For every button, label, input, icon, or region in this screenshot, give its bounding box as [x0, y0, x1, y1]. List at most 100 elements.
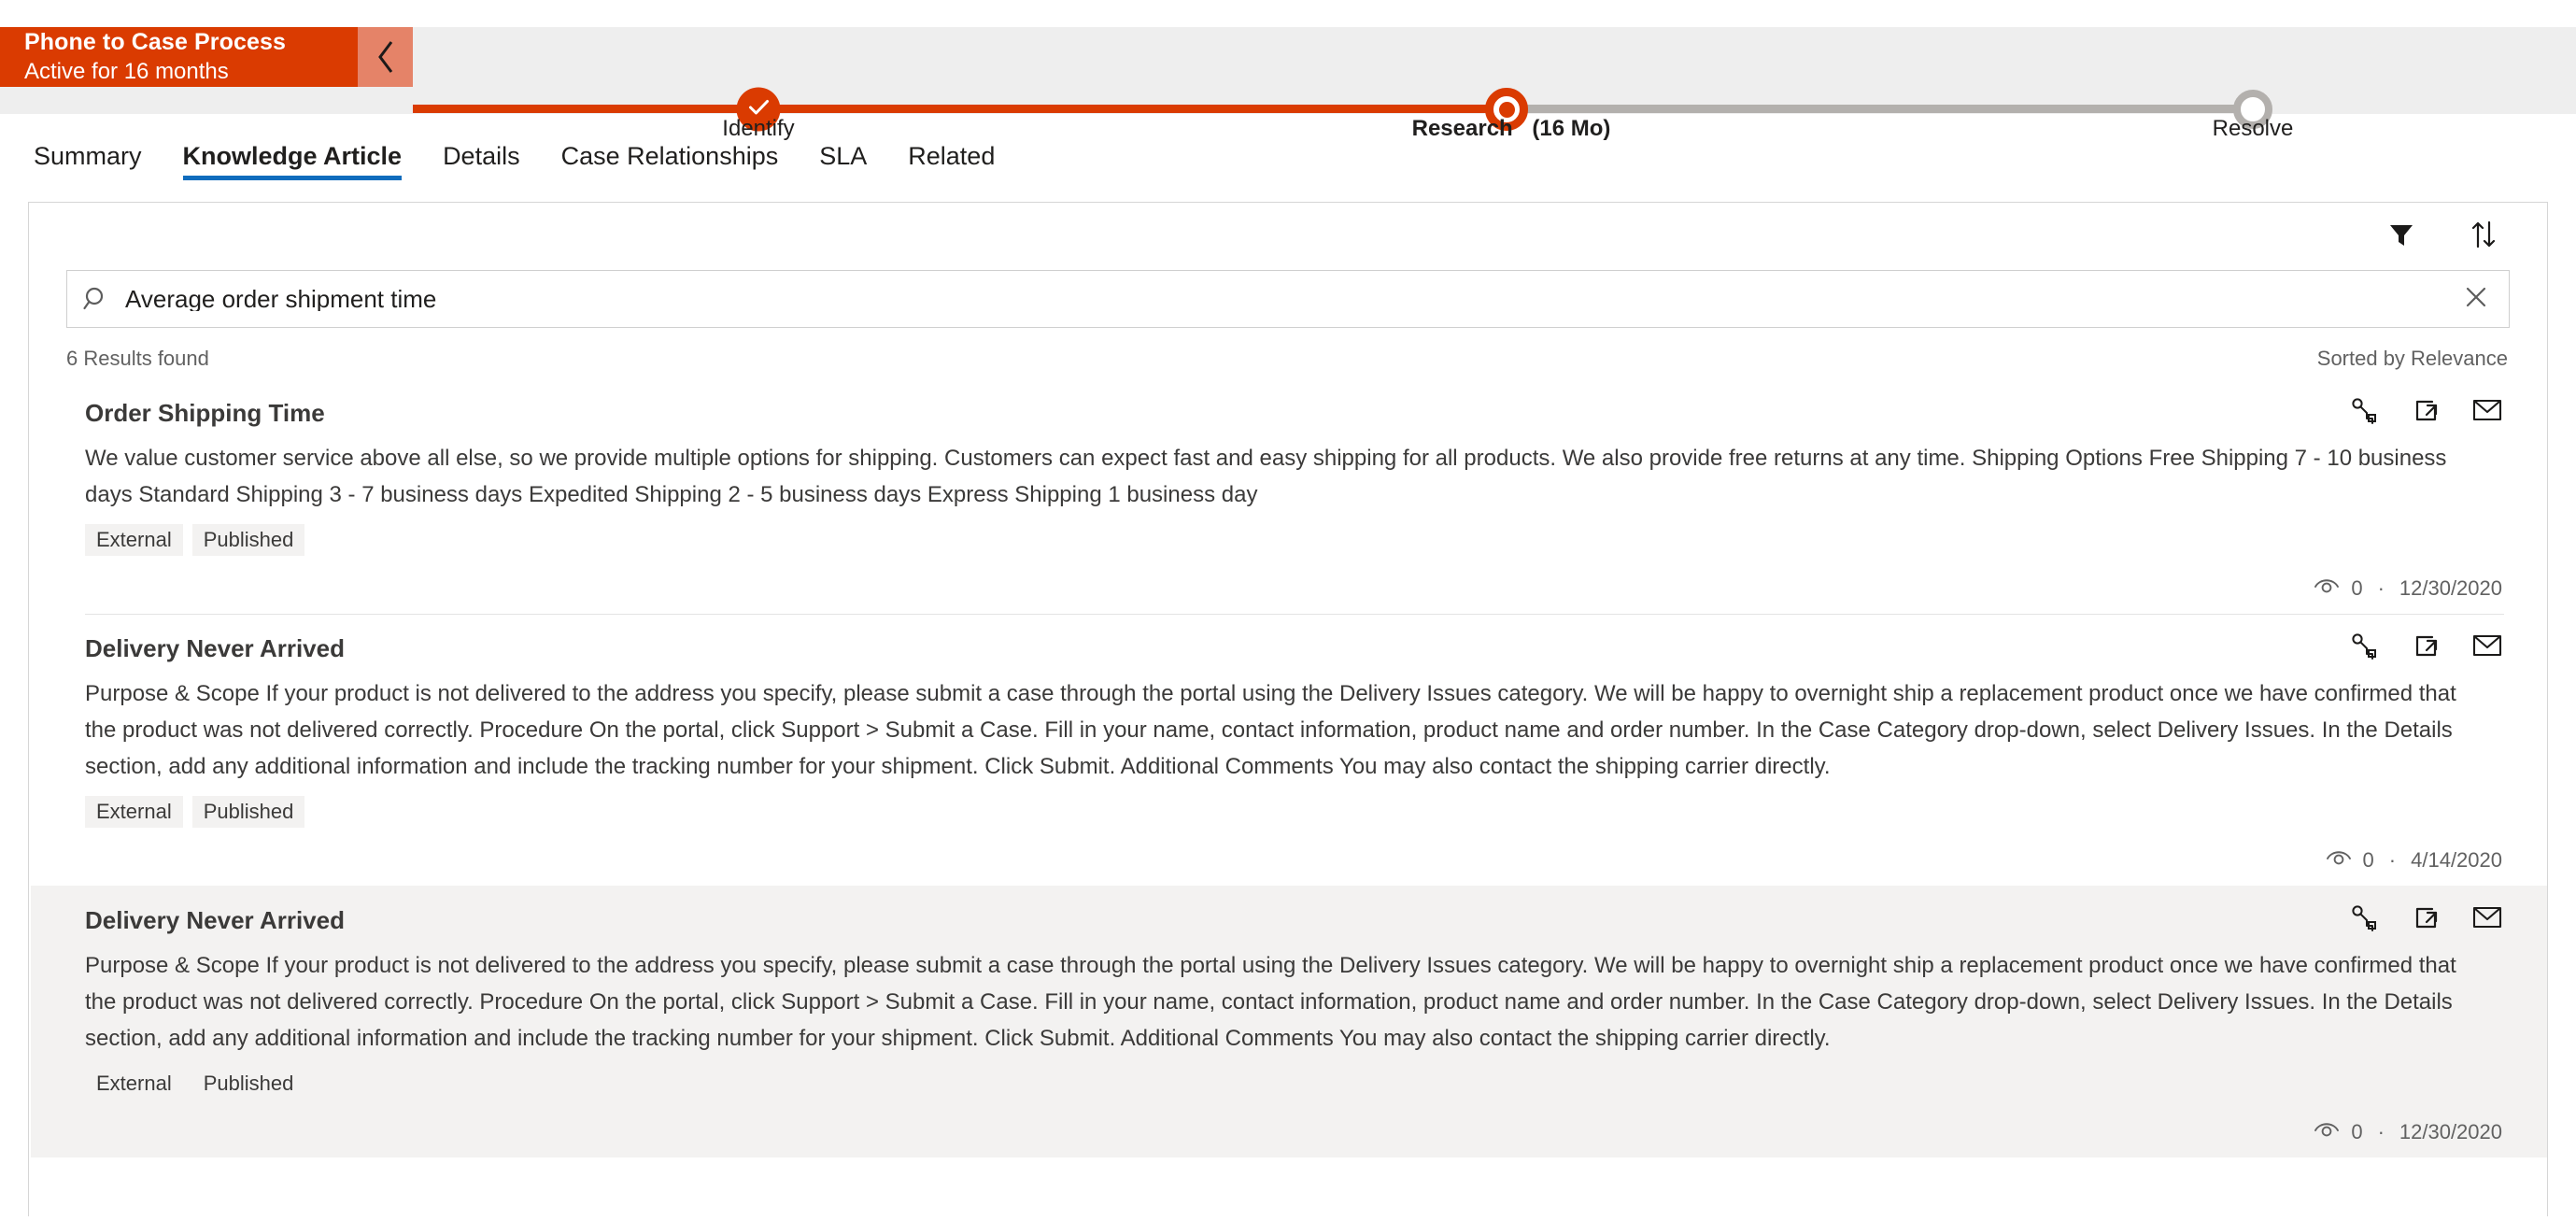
- card-footer-separator: ·: [2377, 576, 2385, 600]
- email-article-button[interactable]: [2470, 395, 2504, 429]
- link-article-button[interactable]: [2347, 631, 2381, 664]
- sort-indicator[interactable]: Sorted by Relevance: [2317, 347, 2508, 371]
- card-tag-visibility: External: [85, 524, 183, 556]
- card-tag-status: Published: [191, 524, 305, 556]
- tab-related[interactable]: Related: [887, 144, 1015, 186]
- filter-button[interactable]: [2381, 216, 2422, 257]
- search-clear-button[interactable]: [2443, 284, 2509, 315]
- open-in-new-window-button[interactable]: [2409, 631, 2442, 664]
- bpf-stage-label-research[interactable]: Research (16 Mo): [1412, 116, 1611, 142]
- sort-button[interactable]: [2463, 216, 2504, 257]
- link-article-icon: [2350, 396, 2378, 429]
- eye-icon: [2326, 848, 2352, 873]
- bpf-stage-label-identify[interactable]: Identify: [722, 116, 794, 142]
- email-article-button[interactable]: [2470, 631, 2504, 664]
- tab-case-relationships-label: Case Relationships: [560, 142, 779, 170]
- open-in-new-window-button[interactable]: [2409, 395, 2442, 429]
- bpf-stage-label-research-text: Research: [1411, 116, 1513, 141]
- card-tag-group: External Published: [85, 1068, 2510, 1100]
- email-article-button[interactable]: [2470, 902, 2504, 936]
- bpf-stage-label-resolve[interactable]: Resolve: [2213, 116, 2294, 142]
- card-date: 12/30/2020: [2399, 576, 2502, 600]
- bpf-stage-label-identify-text: Identify: [722, 116, 795, 141]
- tab-details-label: Details: [443, 142, 520, 170]
- knowledge-result-card[interactable]: Order Shipping Time We value customer se…: [31, 378, 2547, 614]
- tab-case-relationships[interactable]: Case Relationships: [541, 144, 800, 186]
- envelope-icon: [2472, 904, 2502, 935]
- open-in-new-window-button[interactable]: [2409, 902, 2442, 936]
- results-meta-row: 6 Results found Sorted by Relevance: [29, 328, 2547, 378]
- card-footer: 0 · 4/14/2020: [85, 848, 2510, 873]
- link-article-icon: [2350, 632, 2378, 664]
- target-dot-icon: [1498, 101, 1515, 118]
- bpf-process-title: Phone to Case Process: [24, 28, 286, 55]
- results-count: 6 Results found: [66, 347, 209, 370]
- card-footer-separator: ·: [2377, 1120, 2385, 1143]
- search-input[interactable]: Average order shipment time: [66, 270, 2510, 328]
- link-article-button[interactable]: [2347, 902, 2381, 936]
- knowledge-search-panel: Average order shipment time 6 Results fo…: [28, 202, 2548, 1216]
- link-article-button[interactable]: [2347, 395, 2381, 429]
- tab-knowledge-article-label: Knowledge Article: [182, 142, 403, 170]
- card-view-count: 0: [2362, 848, 2374, 872]
- bpf-process-subtitle: Active for 16 months: [24, 59, 229, 85]
- tab-related-label: Related: [908, 142, 996, 170]
- pop-out-icon: [2412, 903, 2440, 936]
- tab-details[interactable]: Details: [422, 144, 541, 186]
- chevron-left-icon: [375, 39, 396, 75]
- bpf-track-pending: [1506, 105, 2253, 113]
- card-footer: 0 · 12/30/2020: [85, 576, 2510, 601]
- bpf-header-text: Phone to Case Process Active for 16 mont…: [0, 28, 286, 86]
- form-tab-strip: Summary Knowledge Article Details Case R…: [0, 114, 2576, 187]
- knowledge-result-card[interactable]: Delivery Never Arrived Purpose & Scope I…: [31, 614, 2547, 886]
- card-title[interactable]: Delivery Never Arrived: [85, 902, 345, 935]
- tab-sla[interactable]: SLA: [799, 144, 887, 186]
- card-view-count: 0: [2351, 1120, 2363, 1143]
- tab-knowledge-article[interactable]: Knowledge Article: [163, 144, 423, 186]
- card-tag-visibility: External: [85, 796, 183, 828]
- knowledge-results-list: Order Shipping Time We value customer se…: [29, 378, 2547, 1157]
- tab-summary-label: Summary: [34, 142, 142, 170]
- card-date: 4/14/2020: [2411, 848, 2502, 872]
- funnel-icon: [2387, 220, 2415, 253]
- card-view-count: 0: [2351, 576, 2363, 600]
- card-tag-status: Published: [191, 796, 305, 828]
- card-title[interactable]: Order Shipping Time: [85, 395, 325, 428]
- bpf-process-header[interactable]: Phone to Case Process Active for 16 mont…: [0, 27, 358, 87]
- envelope-icon: [2472, 632, 2502, 663]
- link-article-icon: [2350, 903, 2378, 936]
- tab-summary[interactable]: Summary: [34, 144, 163, 186]
- pop-out-icon: [2412, 396, 2440, 429]
- card-tag-group: External Published: [85, 796, 2510, 828]
- card-footer: 0 · 12/30/2020: [85, 1120, 2510, 1144]
- close-icon: [2463, 284, 2489, 315]
- business-process-flow: Phone to Case Process Active for 16 mont…: [0, 0, 2576, 141]
- card-header: Order Shipping Time: [85, 395, 2510, 429]
- card-tag-group: External Published: [85, 524, 2510, 556]
- eye-icon: [2314, 576, 2340, 601]
- knowledge-search-row: Average order shipment time: [29, 270, 2547, 328]
- card-body-text: Purpose & Scope If your product is not d…: [85, 681, 2456, 779]
- tab-sla-label: SLA: [819, 142, 868, 170]
- card-tag-visibility: External: [96, 1072, 172, 1095]
- bpf-stage-label-resolve-text: Resolve: [2212, 116, 2294, 141]
- card-tag-status: Published: [203, 1072, 294, 1095]
- knowledge-result-card[interactable]: Delivery Never Arrived Purpose & Scope I…: [31, 886, 2547, 1157]
- search-input-value[interactable]: Average order shipment time: [125, 287, 2443, 311]
- bpf-stage-duration-research: (16 Mo): [1532, 116, 1611, 141]
- search-icon: [67, 285, 125, 313]
- card-header: Delivery Never Arrived: [85, 631, 2510, 664]
- card-body-text: Purpose & Scope If your product is not d…: [85, 953, 2456, 1051]
- card-body-text: We value customer service above all else…: [85, 446, 2447, 507]
- card-footer-separator: ·: [2388, 848, 2397, 872]
- card-action-group: [2347, 395, 2510, 429]
- card-title[interactable]: Delivery Never Arrived: [85, 631, 345, 663]
- card-header: Delivery Never Arrived: [85, 902, 2510, 936]
- bpf-track-completed: [413, 105, 1506, 113]
- eye-icon: [2314, 1120, 2340, 1144]
- bpf-collapse-button[interactable]: [358, 27, 413, 87]
- card-action-group: [2347, 631, 2510, 664]
- envelope-icon: [2472, 397, 2502, 428]
- knowledge-panel-toolbar: [29, 203, 2547, 270]
- card-date: 12/30/2020: [2399, 1120, 2502, 1143]
